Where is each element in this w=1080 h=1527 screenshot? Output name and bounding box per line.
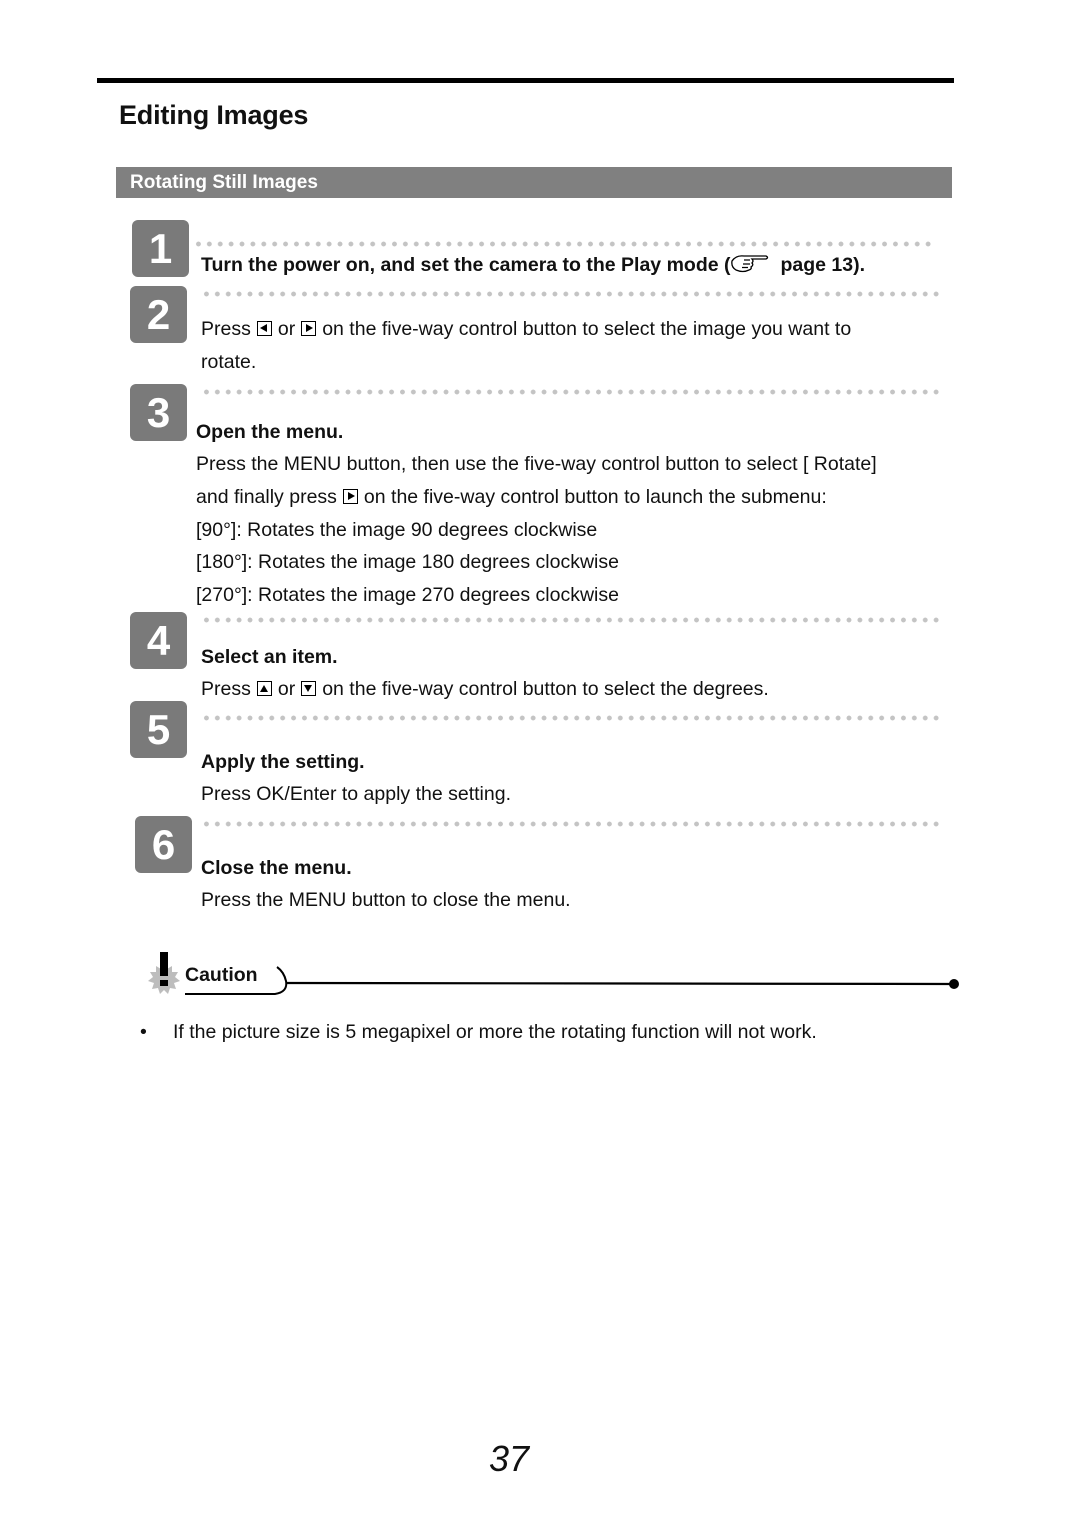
- step-number-6: 6: [135, 816, 192, 873]
- step-number-3: 3: [130, 384, 187, 441]
- step-5-heading: Apply the setting.: [201, 751, 365, 773]
- down-arrow-button-icon: [301, 681, 317, 696]
- step-number-5: 5: [130, 701, 187, 758]
- step-number-1: 1: [132, 220, 189, 277]
- dotted-divider: [201, 617, 941, 623]
- rotate-option-90: [90°]: Rotates the image 90 degrees cloc…: [196, 519, 598, 541]
- step-number-2: 2: [130, 286, 187, 343]
- top-rule: [97, 78, 954, 83]
- dotted-divider: [201, 821, 941, 827]
- up-arrow-button-icon: [256, 681, 272, 696]
- bullet-icon: •: [140, 1021, 147, 1043]
- step-4-body: Press or on the five-way control button to…: [201, 678, 769, 700]
- step-3-line2: and finally press on the five-way control…: [196, 486, 827, 508]
- dotted-divider: [201, 715, 941, 721]
- step-4-heading: Select an item.: [201, 646, 338, 668]
- caution-header: Caution: [140, 948, 965, 1000]
- caution-item: If the picture size is 5 megapixel or mo…: [173, 1021, 817, 1043]
- step-2-body-line2: rotate.: [201, 351, 257, 373]
- step-6-body: Press the MENU button to close the menu.: [201, 889, 571, 911]
- left-arrow-button-icon: [256, 321, 272, 336]
- step-6-heading: Close the menu.: [201, 857, 352, 879]
- step-3-line1: Press the MENU button, then use the five…: [196, 453, 877, 475]
- dotted-divider: [201, 291, 941, 297]
- step-number-4: 4: [130, 612, 187, 669]
- dotted-divider: [193, 241, 933, 247]
- rotate-option-180: [180°]: Rotates the image 180 degrees cl…: [196, 551, 619, 573]
- step-1-heading: Turn the power on, and set the camera to…: [201, 254, 866, 276]
- step-2-body: Press or on the five-way control button to…: [201, 318, 852, 340]
- caution-divider-line: [185, 966, 959, 995]
- right-arrow-button-icon: [342, 489, 358, 504]
- page-title: Editing Images: [119, 100, 309, 130]
- rotate-option-270: [270°]: Rotates the image 270 degrees cl…: [196, 584, 619, 606]
- dotted-divider: [201, 389, 941, 395]
- step-3-heading: Open the menu.: [196, 421, 344, 443]
- section-header: Rotating Still Images: [116, 167, 952, 198]
- step-5-body: Press OK/Enter to apply the setting.: [201, 783, 511, 805]
- section-title: Rotating Still Images: [130, 172, 318, 193]
- pointing-hand-icon: [731, 255, 769, 273]
- right-arrow-button-icon: [301, 321, 317, 336]
- page-number: 37: [489, 1438, 530, 1479]
